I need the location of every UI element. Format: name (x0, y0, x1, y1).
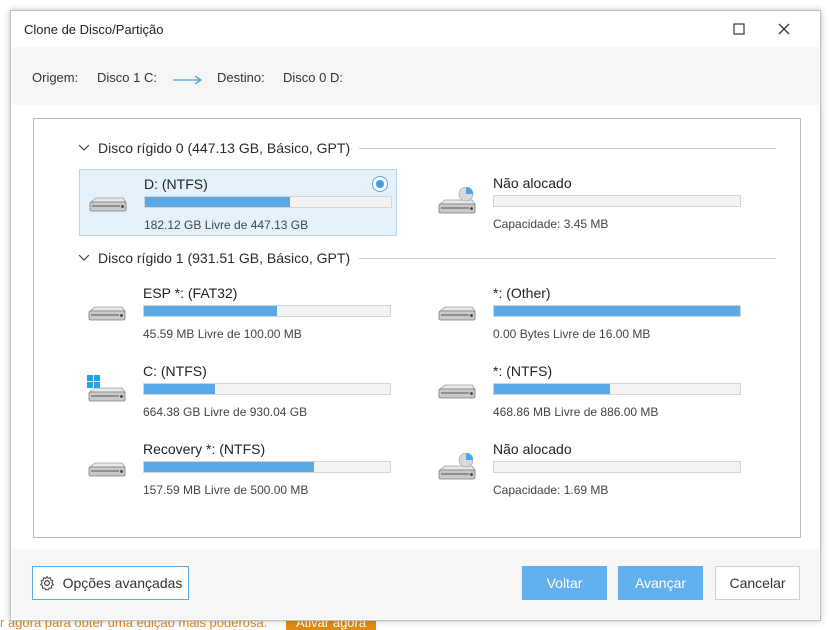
partition-name: Recovery *: (NTFS) (143, 441, 266, 457)
disk-header-label: Disco rígido 1 (931.51 GB, Básico, GPT) (98, 250, 351, 266)
partition-usage-bar (493, 305, 741, 317)
partition-info: 45.59 MB Livre de 100.00 MB (143, 327, 302, 341)
partition-info: 0.00 Bytes Livre de 16.00 MB (493, 327, 651, 341)
divider (359, 148, 776, 149)
partition-info: 468.86 MB Livre de 886.00 MB (493, 405, 659, 419)
chevron-down-icon (78, 251, 92, 265)
origin-value: Disco 1 C: (97, 70, 157, 85)
partition-usage-bar (493, 195, 741, 207)
dialog-footer: Opções avançadas Voltar Avançar Cancelar (12, 549, 819, 619)
clone-route-header: Origem: Disco 1 C: Destino: Disco 0 D: (12, 47, 819, 105)
clone-dialog: Clone de Disco/Partição Origem: Disco 1 … (10, 10, 821, 621)
advanced-options-label: Opções avançadas (62, 575, 183, 591)
drive-icon (437, 375, 477, 407)
partition-usage-bar (493, 461, 741, 473)
partition-name: *: (NTFS) (493, 363, 553, 379)
disk-header-label: Disco rígido 0 (447.13 GB, Básico, GPT) (98, 140, 351, 156)
partition-card[interactable]: Não alocado Capacidade: 3.45 MB (429, 169, 747, 236)
partition-usage-fill (144, 462, 314, 472)
partition-usage-fill (494, 384, 610, 394)
partition-name: C: (NTFS) (143, 363, 207, 379)
gear-icon (39, 575, 55, 591)
partition-card[interactable]: *: (Other) 0.00 Bytes Livre de 16.00 MB (429, 279, 747, 346)
drive-icon (88, 188, 128, 220)
dialog-title: Clone de Disco/Partição (24, 22, 164, 37)
cancel-button[interactable]: Cancelar (715, 566, 800, 600)
windows-drive-icon (87, 375, 127, 407)
unallocated-drive-icon (437, 452, 477, 485)
partition-usage-fill (145, 197, 291, 207)
arrow-right-icon (173, 75, 203, 85)
partition-info: Capacidade: 1.69 MB (493, 483, 609, 497)
title-bar: Clone de Disco/Partição (11, 11, 820, 47)
selected-radio[interactable] (372, 176, 388, 192)
partition-name: Não alocado (493, 175, 572, 191)
partition-card[interactable]: ESP *: (FAT32) 45.59 MB Livre de 100.00 M… (79, 279, 397, 346)
close-button[interactable] (769, 17, 799, 41)
destination-label: Destino: (217, 70, 265, 85)
maximize-button[interactable] (724, 17, 754, 41)
close-icon (778, 23, 790, 35)
disk-list-panel: Disco rígido 0 (447.13 GB, Básico, GPT) … (33, 118, 801, 538)
drive-icon (87, 453, 127, 485)
partition-usage-bar (143, 305, 391, 317)
partition-usage-bar (143, 461, 391, 473)
partition-info: 182.12 GB Livre de 447.13 GB (144, 218, 309, 232)
partition-usage-fill (144, 384, 216, 394)
partition-card[interactable]: Recovery *: (NTFS) 157.59 MB Livre de 500… (79, 435, 397, 502)
back-button[interactable]: Voltar (522, 566, 607, 600)
chevron-down-icon (78, 141, 92, 155)
partition-card[interactable]: Não alocado Capacidade: 1.69 MB (429, 435, 747, 502)
partition-name: *: (Other) (493, 285, 551, 301)
partition-name: D: (NTFS) (144, 176, 208, 192)
partition-name: ESP *: (FAT32) (143, 285, 238, 301)
partition-info: Capacidade: 3.45 MB (493, 217, 609, 231)
drive-icon (87, 297, 127, 329)
partition-card[interactable]: D: (NTFS) 182.12 GB Livre de 447.13 GB (79, 169, 397, 236)
partition-usage-bar (493, 383, 741, 395)
advanced-options-button[interactable]: Opções avançadas (32, 566, 189, 600)
partition-name: Não alocado (493, 441, 572, 457)
divider (359, 258, 776, 259)
partition-info: 664.38 GB Livre de 930.04 GB (143, 405, 308, 419)
partition-usage-bar (143, 383, 391, 395)
partition-usage-bar (144, 196, 392, 208)
partition-card[interactable]: C: (NTFS) 664.38 GB Livre de 930.04 GB (79, 357, 397, 424)
drive-icon (437, 297, 477, 329)
next-button[interactable]: Avançar (618, 566, 703, 600)
unallocated-drive-icon (437, 186, 477, 219)
maximize-icon (733, 23, 745, 35)
disk-0-header[interactable]: Disco rígido 0 (447.13 GB, Básico, GPT) (78, 139, 350, 157)
partition-usage-fill (494, 306, 740, 316)
partition-card[interactable]: *: (NTFS) 468.86 MB Livre de 886.00 MB (429, 357, 747, 424)
destination-value: Disco 0 D: (283, 70, 343, 85)
origin-label: Origem: (32, 70, 79, 85)
partition-info: 157.59 MB Livre de 500.00 MB (143, 483, 309, 497)
disk-1-header[interactable]: Disco rígido 1 (931.51 GB, Básico, GPT) (78, 249, 350, 267)
partition-usage-fill (144, 306, 277, 316)
